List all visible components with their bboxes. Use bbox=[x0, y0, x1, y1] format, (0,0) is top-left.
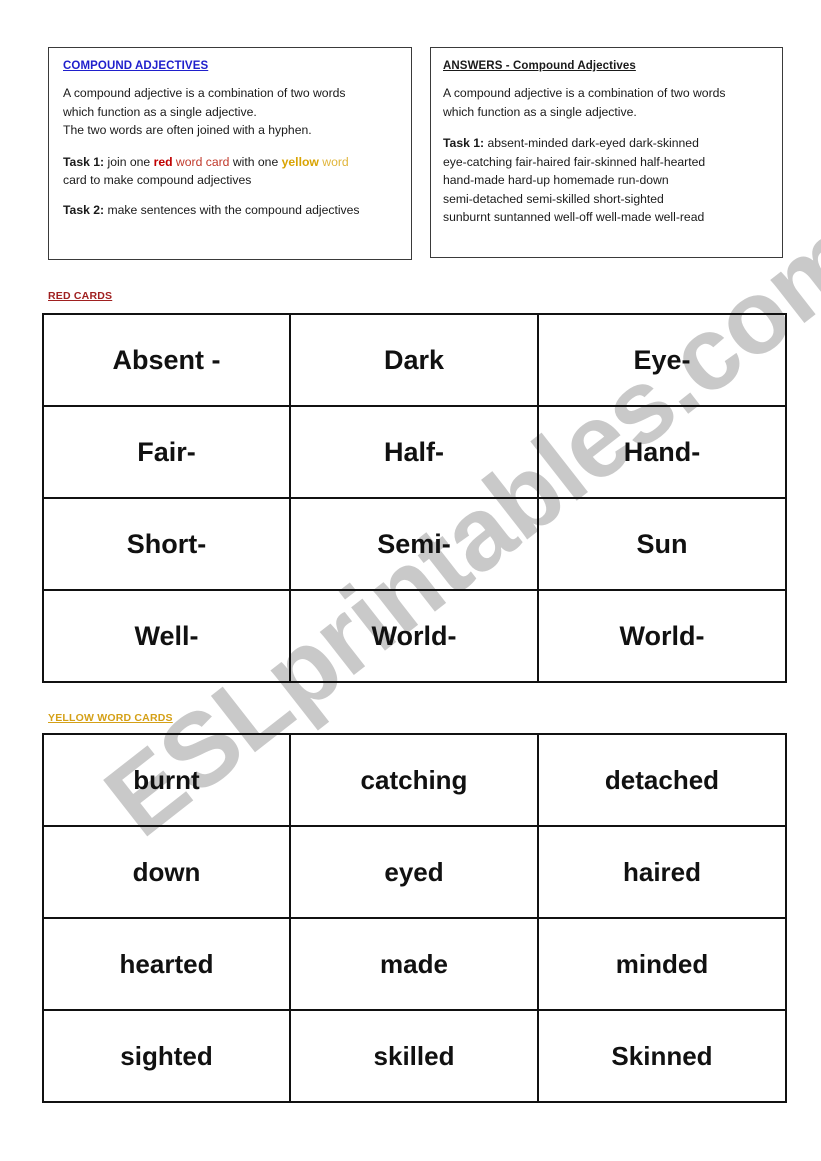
yellow-card-cell[interactable]: haired bbox=[537, 825, 787, 919]
answers-panel-title: ANSWERS - Compound Adjectives bbox=[443, 60, 636, 72]
yellow-card-cell[interactable]: catching bbox=[289, 733, 539, 827]
worksheet-page: ESLprintables.com COMPOUND ADJECTIVES A … bbox=[0, 0, 821, 1161]
red-card-cell[interactable]: Eye- bbox=[537, 313, 787, 407]
answers-definition-line-1: A compound adjective is a combination of… bbox=[443, 86, 726, 100]
yellow-card-cell[interactable]: eyed bbox=[289, 825, 539, 919]
red-card-cell[interactable]: Dark bbox=[289, 313, 539, 407]
yellow-card-cell[interactable]: burnt bbox=[42, 733, 291, 827]
answers-panel: ANSWERS - Compound Adjectives A compound… bbox=[430, 47, 783, 258]
info-panel-definition: A compound adjective is a combination of… bbox=[63, 84, 397, 140]
answers-line-5: sunburnt suntanned well-off well-made we… bbox=[443, 210, 705, 225]
definition-line-1: A compound adjective is a combination of… bbox=[63, 86, 346, 100]
table-row: hearted made minded bbox=[42, 917, 787, 1011]
yellow-card-cell[interactable]: sighted bbox=[42, 1009, 291, 1103]
answers-task-1-list: Task 1: absent-minded dark-eyed dark-ski… bbox=[443, 134, 770, 227]
red-card-cell[interactable]: Half- bbox=[289, 405, 539, 499]
answers-line-2: eye-catching fair-haired fair-skinned ha… bbox=[443, 154, 706, 169]
red-card-cell[interactable]: Absent - bbox=[42, 313, 291, 407]
info-panel-title: COMPOUND ADJECTIVES bbox=[63, 60, 209, 72]
yellow-word-cards-section-label: YELLOW WORD CARDS bbox=[48, 712, 173, 724]
yellow-word-cards-table: burnt catching detached down eyed haired… bbox=[42, 733, 787, 1103]
red-cards-section-label: RED CARDS bbox=[48, 290, 113, 302]
yellow-card-cell[interactable]: down bbox=[42, 825, 291, 919]
task-1-yellow-rest: word bbox=[318, 154, 349, 169]
red-card-cell[interactable]: Sun bbox=[537, 497, 787, 591]
red-card-cell[interactable]: Well- bbox=[42, 589, 291, 683]
definition-line-3: The two words are often joined with a hy… bbox=[63, 123, 312, 138]
yellow-card-cell[interactable]: minded bbox=[537, 917, 787, 1011]
answers-line-1: absent-minded dark-eyed dark-skinned bbox=[487, 136, 699, 151]
task-1-text-a: join one bbox=[104, 154, 154, 169]
compound-adjectives-info-panel: COMPOUND ADJECTIVES A compound adjective… bbox=[48, 47, 412, 260]
task-2-text: make sentences with the compound adjecti… bbox=[104, 202, 360, 217]
answers-definition-line-2: which function as a single adjective. bbox=[443, 104, 637, 119]
red-card-cell[interactable]: Short- bbox=[42, 497, 291, 591]
table-row: down eyed haired bbox=[42, 825, 787, 919]
table-row: Well- World- World- bbox=[42, 589, 787, 683]
task-1-text-b: with one bbox=[229, 154, 282, 169]
yellow-card-cell[interactable]: hearted bbox=[42, 917, 291, 1011]
yellow-card-cell[interactable]: detached bbox=[537, 733, 787, 827]
answers-task-1-label: Task 1: bbox=[443, 136, 485, 151]
task-1-red-rest: word card bbox=[172, 154, 230, 169]
task-1-yellow-keyword: yellow bbox=[281, 154, 319, 169]
red-cards-table: Absent - Dark Eye- Fair- Half- Hand- Sho… bbox=[42, 313, 787, 683]
table-row: sighted skilled Skinned bbox=[42, 1009, 787, 1103]
answers-panel-definition: A compound adjective is a combination of… bbox=[443, 84, 770, 121]
task-1-text-c: card to make compound adjectives bbox=[63, 173, 252, 188]
answers-line-3: hand-made hard-up homemade run-down bbox=[443, 173, 669, 188]
task-1-instruction: Task 1: join one red word card with one … bbox=[63, 153, 397, 190]
answers-line-4: semi-detached semi-skilled short-sighted bbox=[443, 191, 664, 206]
task-1-red-keyword: red bbox=[153, 154, 173, 169]
yellow-card-cell[interactable]: skilled bbox=[289, 1009, 539, 1103]
table-row: Absent - Dark Eye- bbox=[42, 313, 787, 407]
yellow-card-cell[interactable]: made bbox=[289, 917, 539, 1011]
red-card-cell[interactable]: World- bbox=[537, 589, 787, 683]
table-row: Short- Semi- Sun bbox=[42, 497, 787, 591]
definition-line-2: which function as a single adjective. bbox=[63, 104, 257, 119]
task-2-instruction: Task 2: make sentences with the compound… bbox=[63, 201, 397, 220]
task-1-label: Task 1: bbox=[63, 154, 105, 169]
red-card-cell[interactable]: Hand- bbox=[537, 405, 787, 499]
red-card-cell[interactable]: Semi- bbox=[289, 497, 539, 591]
yellow-card-cell[interactable]: Skinned bbox=[537, 1009, 787, 1103]
red-card-cell[interactable]: World- bbox=[289, 589, 539, 683]
red-card-cell[interactable]: Fair- bbox=[42, 405, 291, 499]
table-row: burnt catching detached bbox=[42, 733, 787, 827]
task-2-label: Task 2: bbox=[63, 202, 105, 217]
table-row: Fair- Half- Hand- bbox=[42, 405, 787, 499]
